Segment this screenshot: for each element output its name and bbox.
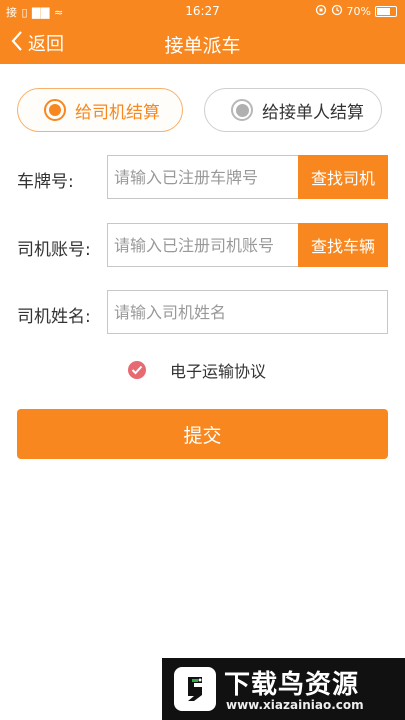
account-input[interactable]: [108, 224, 298, 266]
settle-to-receiver-option[interactable]: 给接单人结算: [204, 88, 382, 132]
battery-icon: [375, 6, 397, 17]
find-vehicle-button[interactable]: 查找车辆: [298, 223, 388, 267]
account-field: [107, 223, 299, 267]
settle-to-driver-label: 给司机结算: [75, 102, 160, 123]
nav-bar: 返回 接单派车: [0, 22, 405, 64]
radio-unselected-icon: [231, 99, 253, 121]
settle-to-driver-option[interactable]: 给司机结算: [17, 88, 183, 132]
account-label: 司机账号:: [17, 240, 91, 260]
plate-field: [107, 155, 299, 199]
status-right: 70%: [315, 4, 397, 19]
watermark-url: www.xiazainiao.com: [226, 698, 364, 712]
watermark: 下载鸟资源 www.xiazainiao.com: [162, 658, 405, 720]
watermark-title: 下载鸟资源: [224, 670, 360, 700]
page-title: 接单派车: [164, 35, 241, 57]
plate-input[interactable]: [108, 156, 298, 198]
check-icon: [131, 365, 143, 375]
status-bar: 接 ▯ ▇▇ ≈ 16:27 70%: [0, 0, 405, 22]
rotation-lock-icon: [315, 4, 327, 19]
plate-label: 车牌号:: [17, 172, 74, 192]
settle-to-receiver-label: 给接单人结算: [262, 102, 364, 123]
agreement-link[interactable]: 电子运输协议: [170, 358, 266, 382]
driver-name-input[interactable]: [108, 291, 387, 333]
battery-percent: 70%: [346, 5, 371, 18]
name-label: 司机姓名:: [17, 307, 91, 327]
battery-level: [377, 8, 390, 15]
top-bar: 接 ▯ ▇▇ ≈ 16:27 70% 返回 接单派车: [0, 0, 405, 64]
submit-button[interactable]: 提交: [17, 409, 388, 459]
agreement-checkbox[interactable]: [128, 361, 146, 379]
clock-icon: [331, 4, 343, 19]
name-field: [107, 290, 388, 334]
find-driver-button[interactable]: 查找司机: [298, 155, 388, 199]
agreement-row: 电子运输协议: [128, 358, 266, 382]
bird-logo-icon: [174, 667, 216, 711]
radio-selected-icon: [44, 99, 66, 121]
